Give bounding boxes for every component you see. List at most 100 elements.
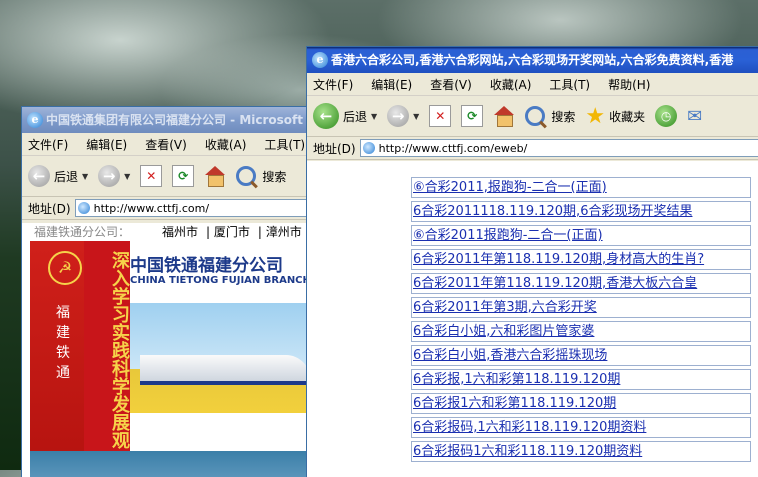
home-icon bbox=[204, 166, 226, 187]
chevron-down-icon[interactable]: ▼ bbox=[371, 112, 377, 121]
stop-icon: ✕ bbox=[140, 165, 163, 187]
list-item-link[interactable]: 6合彩报码,1六和彩118.119.120期资料 bbox=[411, 417, 751, 438]
menu-view[interactable]: 查看(V) bbox=[430, 76, 472, 93]
list-item-link[interactable]: 6合彩白小姐,香港六合彩摇珠现场 bbox=[411, 345, 751, 366]
address-label: 地址(D) bbox=[313, 141, 356, 156]
menu-file[interactable]: 文件(F) bbox=[28, 136, 68, 153]
address-input[interactable]: http://www.cttfj.com/eweb/ bbox=[359, 139, 758, 157]
back-window-titlebar[interactable]: e 中国铁通集团有限公司福建分公司 - Microsoft Internet E… bbox=[22, 107, 322, 133]
address-url: http://www.cttfj.com/ bbox=[93, 201, 210, 215]
forward-button[interactable]: → ▼ bbox=[98, 165, 130, 187]
search-label: 搜索 bbox=[551, 109, 576, 124]
refresh-button[interactable]: ⟳ bbox=[461, 105, 484, 127]
site-banner: ☭ 福建铁通 深入学习实践科学发展观 中国铁通福建分公司 CHINA TIETO… bbox=[30, 241, 320, 477]
address-input[interactable]: http://www.cttfj.com/ bbox=[74, 199, 322, 217]
history-button[interactable]: ◷ bbox=[655, 105, 678, 127]
chevron-down-icon[interactable]: ▼ bbox=[82, 172, 88, 181]
back-label: 后退 bbox=[343, 109, 368, 124]
list-item-link[interactable]: 6合彩报码1六和彩118.119.120期资料 bbox=[411, 441, 751, 462]
front-page-content: ⑥合彩2011,报跑狗-二合一(正面) 6合彩2011118.119.120期,… bbox=[307, 161, 758, 477]
refresh-button[interactable]: ⟳ bbox=[172, 165, 195, 187]
home-icon bbox=[493, 106, 515, 127]
menu-help[interactable]: 帮助(H) bbox=[608, 76, 650, 93]
back-arrow-icon: ← bbox=[28, 165, 50, 187]
address-url: http://www.cttfj.com/eweb/ bbox=[378, 141, 528, 155]
front-window-titlebar[interactable]: e 香港六合彩公司,香港六合彩网站,六合彩现场开奖网站,六合彩免费资料,香港 bbox=[307, 47, 758, 73]
list-item-link[interactable]: 6合彩2011年第3期,六合彩开奖 bbox=[411, 297, 751, 318]
city-link-fuzhou[interactable]: 福州市 bbox=[162, 225, 198, 239]
front-window-title: 香港六合彩公司,香港六合彩网站,六合彩现场开奖网站,六合彩免费资料,香港 bbox=[331, 53, 734, 67]
page-icon bbox=[362, 142, 375, 154]
home-button[interactable] bbox=[493, 106, 515, 127]
banner-slogan: 深入学习实践科学发展观 bbox=[84, 241, 130, 455]
menu-favorites[interactable]: 收藏(A) bbox=[490, 76, 532, 93]
train-photo bbox=[130, 303, 320, 413]
stop-icon: ✕ bbox=[429, 105, 452, 127]
stop-button[interactable]: ✕ bbox=[429, 105, 452, 127]
back-menubar: 文件(F) 编辑(E) 查看(V) 收藏(A) 工具(T) bbox=[22, 133, 322, 156]
mail-button[interactable]: ✉ bbox=[687, 106, 702, 127]
front-browser-window[interactable]: e 香港六合彩公司,香港六合彩网站,六合彩现场开奖网站,六合彩免费资料,香港 文… bbox=[307, 47, 758, 477]
menu-tools[interactable]: 工具(T) bbox=[264, 136, 305, 153]
back-button[interactable]: ← 后退 ▼ bbox=[313, 103, 377, 129]
back-address-bar: 地址(D) http://www.cttfj.com/ bbox=[22, 197, 322, 220]
forward-arrow-icon: → bbox=[387, 105, 410, 127]
menu-edit[interactable]: 编辑(E) bbox=[371, 76, 412, 93]
menu-tools[interactable]: 工具(T) bbox=[549, 76, 590, 93]
mail-icon: ✉ bbox=[687, 105, 703, 127]
history-icon: ◷ bbox=[655, 105, 678, 127]
home-button[interactable] bbox=[204, 166, 226, 187]
back-arrow-icon: ← bbox=[313, 103, 339, 129]
banner-side-text: 福建铁通 bbox=[56, 305, 70, 381]
front-toolbar: ← 后退 ▼ → ▼ ✕ ⟳ 搜索 ★ 收藏夹 ◷ ✉ bbox=[307, 96, 758, 137]
city-link-xiamen[interactable]: 厦门市 bbox=[214, 225, 250, 239]
search-label: 搜索 bbox=[262, 169, 287, 184]
forward-arrow-icon: → bbox=[98, 165, 121, 187]
menu-view[interactable]: 查看(V) bbox=[145, 136, 187, 153]
emblem-icon: ☭ bbox=[48, 251, 82, 285]
list-item-link[interactable]: 6合彩2011年第118.119.120期,香港大板六合皇 bbox=[411, 273, 751, 294]
ie-logo-icon: e bbox=[312, 52, 328, 68]
city-nav-prefix: 福建铁通分公司： bbox=[34, 225, 131, 239]
city-link-zhangzhou[interactable]: 漳州市 bbox=[266, 225, 302, 239]
list-item-link[interactable]: ⑥合彩2011报跑狗-二合一(正面) bbox=[411, 225, 751, 246]
address-label: 地址(D) bbox=[28, 201, 71, 216]
menu-file[interactable]: 文件(F) bbox=[313, 76, 353, 93]
company-name-cn: 中国铁通福建分公司 bbox=[130, 256, 283, 276]
list-item-link[interactable]: 6合彩2011118.119.120期,6合彩现场开奖结果 bbox=[411, 201, 751, 222]
back-toolbar: ← 后退 ▼ → ▼ ✕ ⟳ 搜索 bbox=[22, 156, 322, 197]
page-icon bbox=[77, 202, 90, 214]
favorites-button[interactable]: ★ 收藏夹 bbox=[585, 104, 645, 129]
city-nav: 福建铁通分公司： 福州市 | 厦门市 | 漳州市 bbox=[34, 225, 302, 239]
search-icon bbox=[236, 166, 257, 186]
refresh-icon: ⟳ bbox=[461, 105, 484, 127]
stop-button[interactable]: ✕ bbox=[140, 165, 163, 187]
front-menubar: 文件(F) 编辑(E) 查看(V) 收藏(A) 工具(T) 帮助(H) bbox=[307, 73, 758, 96]
chevron-down-icon[interactable]: ▼ bbox=[124, 172, 130, 181]
list-item-link[interactable]: 6合彩2011年第118.119.120期,身材高大的生肖? bbox=[411, 249, 751, 270]
back-button[interactable]: ← 后退 ▼ bbox=[28, 165, 88, 187]
star-icon: ★ bbox=[585, 103, 606, 129]
search-icon bbox=[525, 106, 546, 126]
city-photo bbox=[30, 451, 320, 477]
company-name-en: CHINA TIETONG FUJIAN BRANCH bbox=[130, 275, 311, 286]
refresh-icon: ⟳ bbox=[172, 165, 195, 187]
list-item-link[interactable]: 6合彩报,1六和彩第118.119.120期 bbox=[411, 369, 751, 390]
list-item-link[interactable]: 6合彩白小姐,六和彩图片管家婆 bbox=[411, 321, 751, 342]
back-window-title: 中国铁通集团有限公司福建分公司 - Microsoft Internet Exp… bbox=[46, 113, 322, 127]
forward-button[interactable]: → ▼ bbox=[387, 105, 419, 127]
back-page-content: 福建铁通分公司： 福州市 | 厦门市 | 漳州市 ☭ 福建铁通 深入学习实践科学发展… bbox=[22, 223, 322, 477]
search-button[interactable]: 搜索 bbox=[236, 166, 286, 186]
search-button[interactable]: 搜索 bbox=[525, 106, 575, 126]
chevron-down-icon[interactable]: ▼ bbox=[413, 112, 419, 121]
favorites-label: 收藏夹 bbox=[609, 109, 646, 124]
front-address-bar: 地址(D) http://www.cttfj.com/eweb/ bbox=[307, 137, 758, 160]
train-image bbox=[140, 355, 310, 385]
menu-favorites[interactable]: 收藏(A) bbox=[205, 136, 247, 153]
link-list: ⑥合彩2011,报跑狗-二合一(正面) 6合彩2011118.119.120期,… bbox=[411, 177, 751, 465]
list-item-link[interactable]: ⑥合彩2011,报跑狗-二合一(正面) bbox=[411, 177, 751, 198]
menu-edit[interactable]: 编辑(E) bbox=[86, 136, 127, 153]
back-label: 后退 bbox=[54, 169, 79, 184]
back-browser-window[interactable]: e 中国铁通集团有限公司福建分公司 - Microsoft Internet E… bbox=[22, 107, 322, 477]
list-item-link[interactable]: 6合彩报1六和彩第118.119.120期 bbox=[411, 393, 751, 414]
